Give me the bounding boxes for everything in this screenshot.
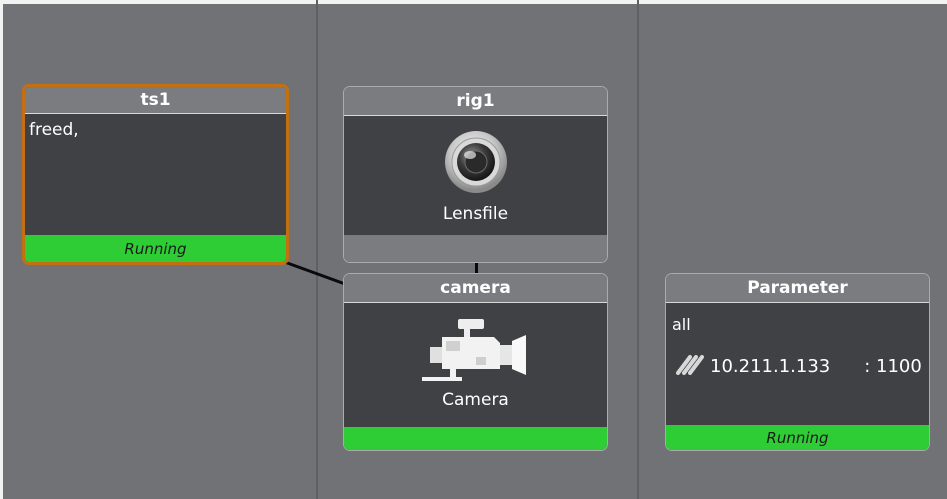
column-divider	[637, 0, 639, 499]
node-body-text: all	[672, 315, 691, 334]
node-ts1[interactable]: ts1 freed, Running	[22, 84, 289, 265]
node-title: ts1	[25, 87, 286, 114]
status-bar: Running	[25, 235, 286, 262]
network-row: 10.211.1.133 : 1100	[676, 353, 922, 380]
ip-address: 10.211.1.133	[710, 356, 831, 377]
node-title: camera	[344, 274, 607, 303]
node-rig1[interactable]: rig1 Lensfile	[343, 86, 608, 263]
column-divider	[316, 0, 318, 499]
status-bar: Running	[666, 425, 929, 450]
node-parameter[interactable]: Parameter all 10.211.1.133 : 1100 Runnin…	[665, 273, 930, 451]
lens-icon	[344, 130, 607, 194]
status-label: Running	[124, 239, 187, 258]
node-label: Lensfile	[442, 204, 509, 224]
video-camera-icon	[344, 317, 607, 383]
node-camera[interactable]: camera Camera	[343, 273, 608, 451]
canvas-left-edge	[0, 0, 3, 499]
network-link-icon	[676, 353, 706, 380]
canvas-top-edge	[0, 0, 947, 4]
status-bar	[344, 427, 607, 450]
node-body-text: freed,	[29, 120, 79, 140]
graph-canvas[interactable]: ts1 freed, Running rig1 Lensfile camera …	[0, 0, 947, 499]
status-bar	[344, 235, 607, 262]
node-title: Parameter	[666, 274, 929, 303]
node-label: Camera	[442, 390, 509, 410]
port-number: : 1100	[864, 356, 922, 377]
status-label: Running	[766, 428, 829, 447]
node-title: rig1	[344, 87, 607, 116]
